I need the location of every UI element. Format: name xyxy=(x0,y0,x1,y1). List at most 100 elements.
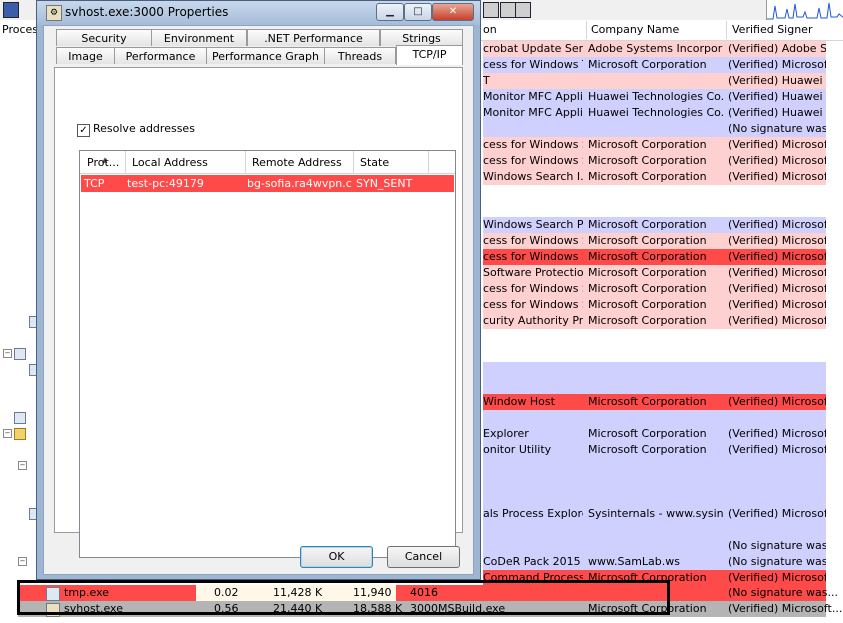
column-divider[interactable] xyxy=(245,151,246,173)
table-row[interactable]: cess for Windows S... Microsoft Corporati… xyxy=(483,137,826,153)
table-row[interactable]: cess for Windows S... Microsoft Corporati… xyxy=(483,233,826,249)
description-cell: Monitor MFC Applic... xyxy=(483,90,583,103)
toolbar-icon[interactable] xyxy=(483,2,499,18)
column-company[interactable]: Company Name xyxy=(591,23,679,36)
row-band xyxy=(483,522,826,538)
ok-button[interactable]: OK xyxy=(300,546,373,568)
table-row[interactable]: Windows Search I... Microsoft Corporation… xyxy=(483,169,826,185)
company-cell: Microsoft Corporation xyxy=(588,282,707,295)
company-cell: Microsoft Corporation xyxy=(588,218,707,231)
column-process[interactable]: Proces xyxy=(2,23,38,36)
table-row[interactable]: (No signature was... xyxy=(483,121,826,137)
connections-header: ▲ Prot... Local Address Remote Address S… xyxy=(80,151,455,174)
expand-icon[interactable]: − xyxy=(18,557,27,566)
description-cell: Explorer xyxy=(483,427,529,440)
table-row[interactable] xyxy=(483,185,826,201)
tab-environment[interactable]: Environment xyxy=(151,29,247,46)
table-row[interactable]: curity Authority Proc... Microsoft Corpor… xyxy=(483,313,826,329)
toolbar-icon[interactable] xyxy=(515,2,531,18)
title-bar[interactable]: ⚙ svhost.exe:3000 Properties ▁ □ ✕ xyxy=(37,1,480,25)
expand-icon[interactable]: − xyxy=(3,349,12,358)
table-row[interactable]: cess for Windows S... Microsoft Corporati… xyxy=(483,153,826,169)
description-cell: curity Authority Proc... xyxy=(483,314,583,327)
maximize-button[interactable]: □ xyxy=(404,3,432,21)
company-cell: Microsoft Corporation xyxy=(588,427,707,440)
table-row[interactable]: Monitor MFC Applic... Huawei Technologies… xyxy=(483,105,826,121)
tab-image[interactable]: Image xyxy=(56,47,115,64)
tab-strings[interactable]: Strings xyxy=(380,29,463,46)
table-row[interactable]: Monitor MFC Applic... Huawei Technologies… xyxy=(483,89,826,105)
column-divider[interactable] xyxy=(726,21,727,39)
save-icon[interactable] xyxy=(3,2,19,18)
table-row[interactable]: T (Verified) Huawei ... xyxy=(483,73,826,89)
signer-value: (Verified) Microsoft... xyxy=(728,602,843,615)
tab-performance-graph[interactable]: Performance Graph xyxy=(206,47,325,64)
description-cell: Windows Search P... xyxy=(483,218,583,231)
cancel-button[interactable]: Cancel xyxy=(387,546,460,568)
signer-cell: (Verified) Microsoft... xyxy=(728,250,826,263)
table-row[interactable]: cess for Windows S... Microsoft Corporati… xyxy=(483,297,826,313)
company-cell: www.SamLab.ws xyxy=(588,555,680,568)
company-cell: Microsoft Corporation xyxy=(588,58,707,71)
tab-performance[interactable]: Performance xyxy=(114,47,207,64)
column-divider[interactable] xyxy=(125,151,126,173)
table-row[interactable] xyxy=(483,410,826,426)
column-divider[interactable] xyxy=(428,151,429,173)
minimize-button[interactable]: ▁ xyxy=(376,3,404,21)
signer-cell: (Verified) Microsoft... xyxy=(728,427,826,440)
expand-icon[interactable]: − xyxy=(3,429,12,438)
tab-threads[interactable]: Threads xyxy=(324,47,396,64)
signer-cell: (Verified) Microsoft... xyxy=(728,138,826,151)
description-cell: cess for Windows S... xyxy=(483,234,583,247)
column-local-address[interactable]: Local Address xyxy=(132,156,208,169)
table-row[interactable] xyxy=(483,201,826,217)
row-band xyxy=(483,362,826,394)
column-remote-address[interactable]: Remote Address xyxy=(252,156,342,169)
table-row[interactable]: cess for Windows S... Microsoft Corporati… xyxy=(483,281,826,297)
cpu-graph-line xyxy=(767,2,843,20)
table-row[interactable]: Explorer Microsoft Corporation (Verified) … xyxy=(483,426,826,442)
toolbar-icon[interactable] xyxy=(500,2,516,18)
column-description[interactable]: on xyxy=(483,23,497,36)
connection-row[interactable]: TCP test-pc:49179 bg-sofia.ra4wvpn.c... … xyxy=(81,175,454,192)
table-row[interactable]: Software Protectio... Microsoft Corporati… xyxy=(483,265,826,281)
cpu-graph[interactable] xyxy=(766,0,843,20)
table-row[interactable]: onitor Utility Microsoft Corporation (Veri… xyxy=(483,442,826,458)
close-button[interactable]: ✕ xyxy=(432,3,474,21)
tab-tcpip[interactable]: TCP/IP xyxy=(396,45,463,65)
company-cell: Huawei Technologies Co.,... xyxy=(588,106,723,119)
protocol-cell: TCP xyxy=(84,177,105,190)
table-row[interactable]: Window Host Microsoft Corporation (Verifie… xyxy=(483,394,826,410)
description-cell: Window Host xyxy=(483,395,555,408)
properties-dialog: ⚙ svhost.exe:3000 Properties ▁ □ ✕ Secur… xyxy=(36,0,481,580)
column-state[interactable]: State xyxy=(360,156,389,169)
column-protocol[interactable]: Prot... xyxy=(87,156,119,169)
signer-cell: (Verified) Microsoft... xyxy=(728,266,826,279)
table-row[interactable]: als Process Explorer Sysinternals - www.s… xyxy=(483,506,826,522)
signer-cell: (Verified) Microsoft... xyxy=(728,571,826,584)
table-row[interactable]: CoDeR Pack 2015 ... www.SamLab.ws (No sign… xyxy=(483,554,826,570)
dialog-client: Security Environment .NET Performance St… xyxy=(43,25,474,575)
column-divider[interactable] xyxy=(586,21,587,39)
table-row[interactable]: cess for Windows S... Microsoft Corporati… xyxy=(483,249,826,265)
signer-cell: (Verified) Adobe S... xyxy=(728,42,826,55)
expand-icon[interactable]: − xyxy=(18,461,27,470)
resolve-addresses-checkbox[interactable]: ✓ xyxy=(77,124,90,137)
description-cell: cess for Windows S... xyxy=(483,154,583,167)
description-cell: Monitor MFC Applic... xyxy=(483,106,583,119)
table-row[interactable]: crobat Update Servi... Adobe Systems Inco… xyxy=(483,41,826,57)
table-row[interactable]: cess for Windows T... Microsoft Corporati… xyxy=(483,57,826,73)
company-cell: Microsoft Corporation xyxy=(588,234,707,247)
local-address-cell: test-pc:49179 xyxy=(127,177,204,190)
tab-net-performance[interactable]: .NET Performance xyxy=(247,29,380,46)
table-row[interactable]: (No signature was... xyxy=(483,538,826,554)
table-row[interactable]: Windows Search P... Microsoft Corporation… xyxy=(483,217,826,233)
description-cell: onitor Utility xyxy=(483,443,552,456)
remote-address-cell: bg-sofia.ra4wvpn.c... xyxy=(247,177,353,190)
description-cell: Windows Search I... xyxy=(483,170,583,183)
column-signer[interactable]: Verified Signer xyxy=(732,23,812,36)
connections-list[interactable]: ▲ Prot... Local Address Remote Address S… xyxy=(79,150,456,558)
company-cell: Microsoft Corporation xyxy=(588,314,707,327)
column-divider[interactable] xyxy=(353,151,354,173)
tab-security[interactable]: Security xyxy=(56,29,152,46)
